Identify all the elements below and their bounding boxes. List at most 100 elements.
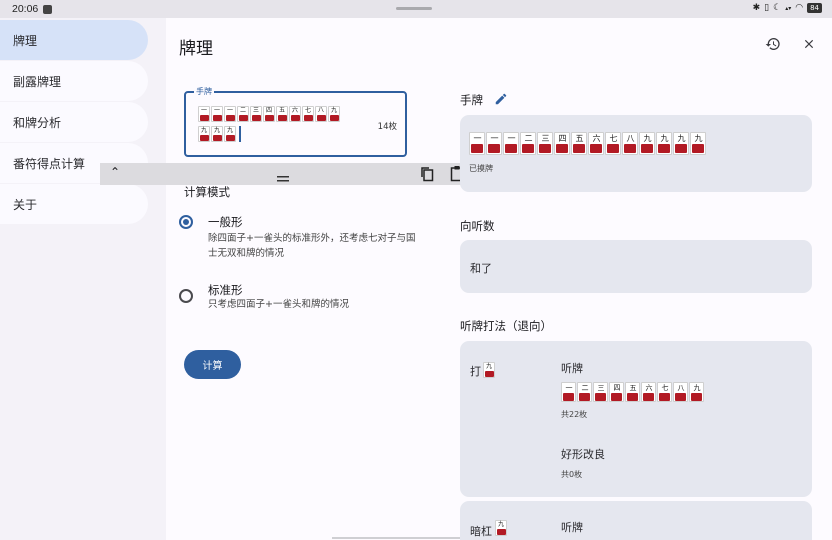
mahjong-tile: 三 bbox=[250, 106, 262, 122]
mahjong-tile: 一 bbox=[561, 382, 576, 402]
tile-number: 九 bbox=[226, 127, 233, 134]
mahjong-tile: 五 bbox=[625, 382, 640, 402]
tile-number: 六 bbox=[592, 134, 601, 143]
tile-wan-mark bbox=[522, 144, 534, 153]
tile-number: 八 bbox=[317, 107, 324, 114]
copy-icon[interactable] bbox=[420, 166, 434, 186]
tile-wan-mark bbox=[200, 115, 209, 121]
tile-number: 九 bbox=[693, 384, 701, 392]
tile-number: 九 bbox=[200, 127, 207, 134]
tile-wan-mark bbox=[624, 144, 636, 153]
chevron-up-icon[interactable]: ⌃ bbox=[110, 165, 120, 179]
mahjong-tile: 五 bbox=[571, 132, 587, 155]
history-icon[interactable] bbox=[762, 33, 784, 55]
tile-number: 九 bbox=[643, 134, 652, 143]
tile-wan-mark bbox=[579, 393, 590, 401]
wait-tiles: 一二三四五六七八九 bbox=[561, 382, 705, 402]
tile-wan-mark bbox=[226, 115, 235, 121]
radio-standard-title: 标准形 bbox=[208, 283, 243, 297]
sidebar-item-label: 牌理 bbox=[13, 33, 38, 48]
mahjong-tile: 一 bbox=[198, 106, 210, 122]
tile-number: 七 bbox=[609, 134, 618, 143]
tile-wan-mark bbox=[330, 115, 339, 121]
tile-wan-mark bbox=[497, 529, 506, 535]
gesture-bar bbox=[332, 537, 460, 539]
mahjong-tile: 七 bbox=[657, 382, 672, 402]
tile-number: 九 bbox=[497, 521, 504, 528]
mahjong-tile: 九 bbox=[211, 126, 223, 142]
tile-wan-mark bbox=[471, 144, 483, 153]
sidebar-item-paili[interactable]: 牌理 bbox=[0, 20, 148, 60]
discard-option-card: 打 九 听牌 一二三四五六七八九 共22枚 好形改良 共0枚 bbox=[460, 341, 812, 497]
edit-pencil-icon[interactable] bbox=[494, 91, 508, 110]
tile-number: 四 bbox=[265, 107, 272, 114]
mahjong-tile: 九 bbox=[198, 126, 210, 142]
tile-wan-mark bbox=[573, 144, 585, 153]
tile-number: 三 bbox=[252, 107, 259, 114]
sidebar-item-label: 番符得点计算 bbox=[13, 156, 86, 171]
result-hand-title: 手牌 bbox=[460, 93, 483, 107]
mahjong-tile: 九 bbox=[689, 382, 704, 402]
tile-wan-mark bbox=[611, 393, 622, 401]
tile-wan-mark bbox=[556, 144, 568, 153]
mahjong-tile: 八 bbox=[673, 382, 688, 402]
mahjong-tile: 三 bbox=[537, 132, 553, 155]
tile-number: 一 bbox=[213, 107, 220, 114]
tile-wan-mark bbox=[213, 135, 222, 141]
tile-number: 三 bbox=[597, 384, 605, 392]
tile-number: 九 bbox=[213, 127, 220, 134]
tile-number: 九 bbox=[330, 107, 337, 114]
notification-icon bbox=[43, 4, 53, 14]
sidebar-item-hepai-fenxi[interactable]: 和牌分析 bbox=[0, 102, 148, 142]
tile-wan-mark bbox=[200, 135, 209, 141]
tile-wan-mark bbox=[659, 393, 670, 401]
calculate-button[interactable]: 计算 bbox=[184, 350, 241, 379]
battery-icon: 84 bbox=[807, 3, 822, 13]
radio-general-title: 一般形 bbox=[208, 215, 243, 229]
shanten-card: 和了 bbox=[460, 240, 812, 293]
radio-general-desc: 除四面子+一雀头的标准形外，还考虑七对子与国士无双和牌的情况 bbox=[208, 233, 416, 259]
tile-number: 六 bbox=[291, 107, 298, 114]
tile-wan-mark bbox=[539, 144, 551, 153]
drag-handle-icon[interactable] bbox=[277, 168, 289, 187]
sidebar-item-fulu-paili[interactable]: 副露牌理 bbox=[0, 61, 148, 101]
radio-standard-desc: 只考虑四面子+一雀头和牌的情况 bbox=[208, 299, 349, 310]
mahjong-tile: 四 bbox=[554, 132, 570, 155]
tile-number: 九 bbox=[485, 363, 492, 370]
tile-number: 四 bbox=[558, 134, 567, 143]
sidebar: 牌理 副露牌理 和牌分析 番符得点计算 关于 bbox=[0, 18, 166, 540]
radio-general[interactable] bbox=[179, 215, 193, 229]
bluetooth-icon: ✱ bbox=[752, 3, 761, 13]
wait-title: 听牌打法（退向） bbox=[460, 319, 552, 333]
tile-wan-mark bbox=[505, 144, 517, 153]
hand-input-row-2: 九九九 bbox=[198, 126, 241, 145]
tile-number: 一 bbox=[200, 107, 207, 114]
tile-wan-mark bbox=[488, 144, 500, 153]
result-hand-tiles: 一一一二三四五六七八九九九九 bbox=[469, 132, 707, 155]
tile-number: 九 bbox=[694, 134, 703, 143]
sidebar-item-about[interactable]: 关于 bbox=[0, 184, 148, 224]
mahjong-tile: 八 bbox=[315, 106, 327, 122]
mahjong-tile: 一 bbox=[224, 106, 236, 122]
page-title: 牌理 bbox=[179, 39, 213, 59]
shanten-value: 和了 bbox=[470, 262, 492, 275]
tile-wan-mark bbox=[265, 115, 274, 121]
status-bar: 20:06 ✱ ▯ ☾ ▴▾ ◠ 84 bbox=[0, 0, 832, 18]
tile-wan-mark bbox=[291, 115, 300, 121]
tile-number: 三 bbox=[541, 134, 550, 143]
tile-wan-mark bbox=[239, 115, 248, 121]
tile-number: 九 bbox=[660, 134, 669, 143]
mahjong-tile: 九 bbox=[673, 132, 689, 155]
tile-number: 一 bbox=[565, 384, 573, 392]
tile-number: 一 bbox=[507, 134, 516, 143]
improve-label: 好形改良 bbox=[561, 448, 605, 461]
hand-input-field[interactable]: 手牌 一一一二三四五六七八九 九九九 14枚 bbox=[184, 86, 407, 157]
mahjong-tile: 七 bbox=[302, 106, 314, 122]
close-icon[interactable] bbox=[798, 33, 820, 55]
discard-action-text: 打 bbox=[470, 365, 481, 378]
radio-standard[interactable] bbox=[179, 289, 193, 303]
hand-input-row-1: 一一一二三四五六七八九 bbox=[198, 106, 341, 125]
text-cursor bbox=[239, 126, 241, 142]
improve-count: 共0枚 bbox=[561, 470, 583, 479]
mahjong-tile: 六 bbox=[641, 382, 656, 402]
